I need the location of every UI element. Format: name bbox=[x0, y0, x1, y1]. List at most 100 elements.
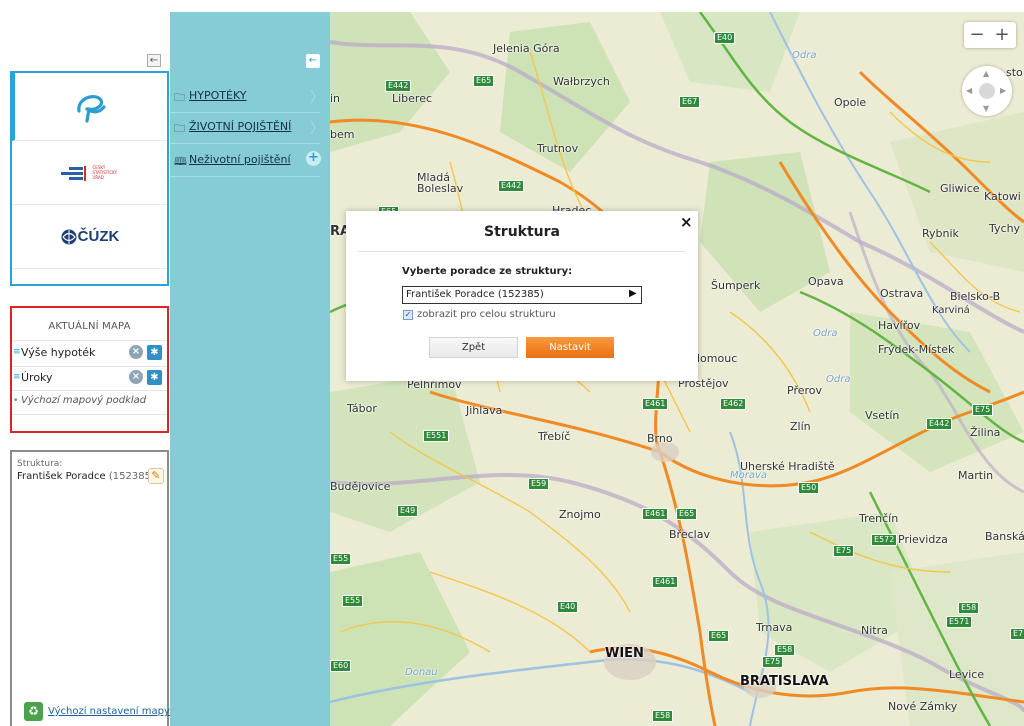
map-label: Prievidza bbox=[898, 533, 948, 546]
layer-label: Úroky bbox=[21, 371, 53, 384]
reset-map-link[interactable]: Výchozí nastavení mapy bbox=[48, 706, 170, 717]
zoom-control: − + bbox=[964, 22, 1016, 48]
collapse-nav-panel-button[interactable]: ← bbox=[306, 54, 320, 68]
whole-structure-checkbox-label[interactable]: zobrazit pro celou strukturu bbox=[417, 309, 556, 320]
road-shield: E55 bbox=[342, 595, 364, 607]
nav-item-label[interactable]: ŽIVOTNÍ POJIŠTĚNÍ bbox=[189, 120, 291, 133]
road-shield: E59 bbox=[528, 478, 550, 490]
map-label: WIEN bbox=[605, 646, 644, 661]
whole-structure-checkbox[interactable]: ✓ bbox=[403, 310, 413, 320]
road-shield: E65 bbox=[473, 75, 495, 87]
pan-left-icon[interactable]: ◀ bbox=[966, 86, 972, 95]
map-label: Vsetín bbox=[865, 409, 900, 422]
recycle-icon[interactable]: ♻ bbox=[24, 702, 43, 721]
plus-icon[interactable]: + bbox=[306, 151, 321, 166]
map-label: Ostrava bbox=[880, 287, 924, 300]
base-layer-row[interactable]: • Výchozí mapový podklad bbox=[12, 391, 167, 415]
edit-structure-pencil-icon[interactable]: ✎ bbox=[148, 468, 164, 484]
map-label: Jihlava bbox=[466, 404, 503, 417]
layer-row[interactable]: ≡ Výše hypoték × ✱ bbox=[12, 342, 167, 366]
road-shield: E7 bbox=[1010, 628, 1024, 640]
pan-right-icon[interactable]: ▶ bbox=[1000, 86, 1006, 95]
map-label: Frýdek-Místek bbox=[878, 343, 955, 356]
road-shield: E50 bbox=[798, 482, 820, 494]
pan-center-knob[interactable] bbox=[979, 83, 995, 99]
map-label: lomouc bbox=[697, 352, 738, 365]
pan-control[interactable]: ▲ ▼ ◀ ▶ bbox=[962, 66, 1012, 116]
road-shield: E442 bbox=[926, 418, 953, 430]
map-label: Rybnik bbox=[922, 227, 959, 240]
folder-icon: 🗀 bbox=[174, 122, 185, 135]
logos-panel: ČESKÝ STATISTICKÝ ÚŘAD ČÚZK bbox=[10, 71, 169, 286]
drag-handle-icon[interactable]: ≡ bbox=[13, 372, 21, 382]
map-label: Gliwice bbox=[940, 182, 980, 195]
map-label: Karviná bbox=[932, 305, 970, 316]
map-label: Bielsko-B bbox=[950, 290, 1001, 303]
advisor-select-label: Vyberte poradce ze struktury: bbox=[402, 266, 573, 277]
map-label: Znojmo bbox=[559, 508, 601, 521]
structure-value: František Poradce (152385) bbox=[17, 471, 155, 482]
logo-csu[interactable]: ČESKÝ STATISTICKÝ ÚŘAD bbox=[12, 141, 167, 205]
map-label: Wałbrzych bbox=[553, 75, 610, 88]
map-label: Žilina bbox=[970, 426, 1001, 439]
gear-icon[interactable]: ✱ bbox=[147, 370, 162, 385]
road-shield: E65 bbox=[676, 508, 698, 520]
collapse-left-panel-button[interactable]: ← bbox=[147, 54, 161, 67]
remove-layer-icon[interactable]: × bbox=[129, 370, 143, 384]
road-shield: E65 bbox=[708, 630, 730, 642]
current-map-panel: AKTUÁLNÍ MAPA ≡ Výše hypoték × ✱ ≡ Úroky… bbox=[10, 306, 169, 433]
gear-icon[interactable]: ✱ bbox=[147, 345, 162, 360]
road-shield: E551 bbox=[423, 430, 450, 442]
pan-down-icon[interactable]: ▼ bbox=[983, 104, 989, 113]
layer-row[interactable]: ≡ Úroky × ✱ bbox=[12, 367, 167, 391]
nav-item-nezivotni-pojisteni[interactable]: 🕮 Neživotní pojištění + bbox=[170, 146, 330, 176]
road-shield: E49 bbox=[397, 505, 419, 517]
map-label: Opole bbox=[834, 96, 867, 109]
zoom-in-button[interactable]: + bbox=[990, 24, 1014, 45]
chevron-right-icon: 〉 bbox=[310, 121, 324, 137]
map-label: Šumperk bbox=[711, 279, 761, 292]
map-label: Třebíč bbox=[538, 430, 571, 443]
structure-advisor-name: František Poradce bbox=[17, 471, 106, 482]
nav-item-label[interactable]: Neživotní pojištění bbox=[189, 153, 291, 166]
nav-item-hypoteky[interactable]: 🗀 HYPOTÉKY 〉 bbox=[170, 82, 330, 112]
e-logo-icon bbox=[77, 94, 106, 123]
map-label: bem bbox=[330, 128, 355, 141]
map-label: Nitra bbox=[861, 624, 888, 637]
drag-handle-icon[interactable]: ≡ bbox=[13, 347, 21, 357]
road-shield: E461 bbox=[642, 398, 669, 410]
map-label: Odra bbox=[826, 374, 851, 385]
remove-layer-icon[interactable]: × bbox=[129, 345, 143, 359]
road-shield: E60 bbox=[330, 660, 352, 672]
structure-label: Struktura: bbox=[17, 459, 63, 469]
category-nav-panel: ← 🗀 HYPOTÉKY 〉 🗀 ŽIVOTNÍ POJIŠTĚNÍ 〉 🕮 N… bbox=[170, 12, 330, 726]
nav-item-label[interactable]: HYPOTÉKY bbox=[189, 89, 247, 102]
map-label: Nové Zámky bbox=[888, 700, 958, 713]
road-shield: E40 bbox=[714, 32, 736, 44]
zoom-out-button[interactable]: − bbox=[965, 24, 989, 45]
map-label: Trutnov bbox=[537, 142, 579, 155]
map-label: Břeclav bbox=[669, 528, 710, 541]
map-label: Havířov bbox=[878, 319, 921, 332]
map-label: Tábor bbox=[347, 402, 377, 415]
road-shield: E442 bbox=[385, 80, 412, 92]
road-shield: E58 bbox=[774, 644, 796, 656]
advisor-select[interactable]: František Poradce (152385) ▶ bbox=[402, 286, 642, 304]
layer-label: Výše hypoték bbox=[21, 346, 96, 359]
current-map-title: AKTUÁLNÍ MAPA bbox=[48, 321, 131, 332]
submit-button[interactable]: Nastavit bbox=[526, 337, 614, 358]
road-shield: E58 bbox=[958, 602, 980, 614]
csu-logo-text: ČESKÝ STATISTICKÝ ÚŘAD bbox=[92, 165, 118, 180]
logo-cuzk[interactable]: ČÚZK bbox=[12, 205, 167, 269]
pan-up-icon[interactable]: ▲ bbox=[983, 69, 989, 78]
map-label: Trnava bbox=[756, 621, 793, 634]
map-label: Zlín bbox=[790, 420, 811, 433]
nav-item-zivotni-pojisteni[interactable]: 🗀 ŽIVOTNÍ POJIŠTĚNÍ 〉 bbox=[170, 113, 330, 143]
map-label: Morava bbox=[730, 470, 768, 481]
dialog-divider bbox=[358, 251, 686, 252]
map-label: Brno bbox=[647, 432, 673, 445]
map-label: Odra bbox=[813, 328, 838, 339]
road-shield: E461 bbox=[642, 508, 669, 520]
back-button[interactable]: Zpět bbox=[429, 337, 518, 358]
logo-e[interactable] bbox=[12, 73, 167, 141]
